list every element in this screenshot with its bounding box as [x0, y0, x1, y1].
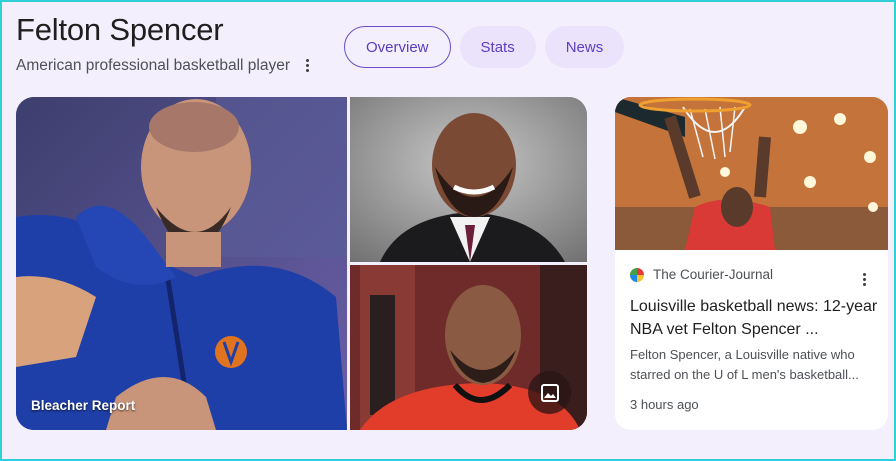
news-card[interactable]: The Courier-Journal Louisville basketbal… — [615, 97, 888, 430]
main-photo-caption: Bleacher Report — [31, 398, 136, 413]
news-snippet: Felton Spencer, a Louisville native who … — [630, 347, 859, 382]
more-options-icon[interactable] — [300, 55, 315, 76]
net-cutting-illustration — [615, 97, 888, 250]
news-headline[interactable]: Louisville basketball news: 12-year NBA … — [630, 295, 878, 341]
headshot-photo[interactable] — [350, 97, 587, 262]
entity-subtitle: American professional basketball player — [16, 56, 290, 74]
tab-overview[interactable]: Overview — [344, 26, 451, 68]
tab-bar: Overview Stats News — [344, 26, 625, 68]
news-source-name: The Courier-Journal — [653, 267, 774, 282]
interview-photo[interactable] — [350, 265, 587, 430]
player-photo-illustration — [16, 97, 347, 430]
news-more-options-icon[interactable] — [857, 269, 872, 290]
news-source[interactable]: The Courier-Journal — [630, 267, 773, 282]
image-gallery: Bleacher Report — [16, 97, 587, 430]
entity-title: Felton Spencer — [16, 12, 224, 47]
entity-subtitle-row: American professional basketball player — [16, 55, 315, 76]
tab-stats[interactable]: Stats — [459, 26, 536, 68]
image-icon — [540, 383, 559, 402]
tab-news[interactable]: News — [544, 26, 625, 68]
news-thumbnail — [615, 97, 888, 250]
source-favicon-icon — [630, 267, 644, 282]
headshot-illustration — [350, 97, 587, 262]
news-timestamp: 3 hours ago — [630, 397, 699, 412]
view-images-button[interactable] — [528, 371, 571, 414]
main-photo[interactable]: Bleacher Report — [16, 97, 347, 430]
